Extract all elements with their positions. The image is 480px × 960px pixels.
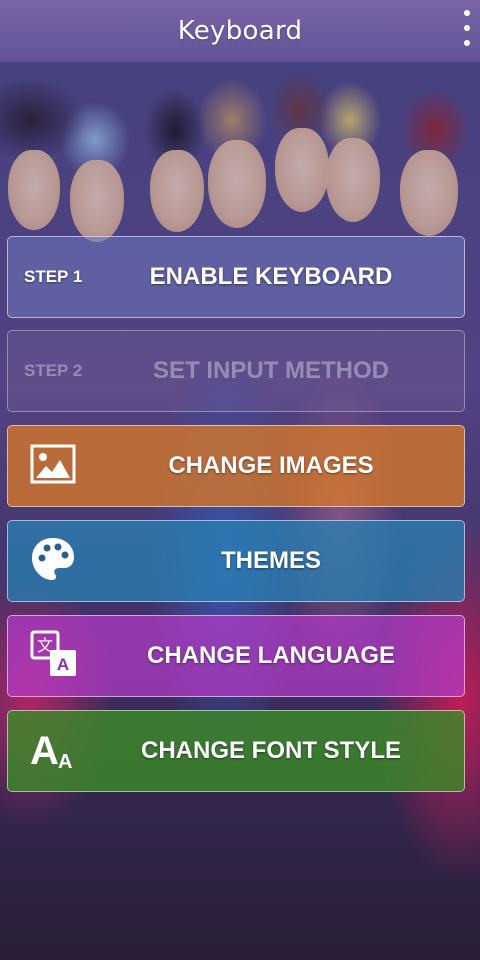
set-input-method-button[interactable]: STEP 2 SET INPUT METHOD [7,330,465,412]
more-vert-icon[interactable] [460,10,474,46]
enable-keyboard-button[interactable]: STEP 1 ENABLE KEYBOARD [7,236,465,318]
set-input-method-label: SET INPUT METHOD [152,357,389,384]
app-title: Keyboard [177,16,303,46]
themes-button[interactable]: THEMES [7,520,465,602]
change-language-button[interactable]: 文 A CHANGE LANGUAGE [7,615,465,697]
keyboard-settings-screen: Keyboard STEP 1 ENABLE KEYBOARD STEP 2 S… [0,0,480,960]
change-font-style-label: CHANGE FONT STYLE [140,737,401,764]
change-images-label: CHANGE IMAGES [168,452,374,479]
change-images-button[interactable]: CHANGE IMAGES [7,425,465,507]
change-font-style-button[interactable]: A A CHANGE FONT STYLE [7,710,465,792]
change-language-label: CHANGE LANGUAGE [146,642,395,669]
app-bar: Keyboard [0,0,480,62]
themes-label: THEMES [220,547,321,574]
enable-keyboard-label: ENABLE KEYBOARD [149,263,393,290]
